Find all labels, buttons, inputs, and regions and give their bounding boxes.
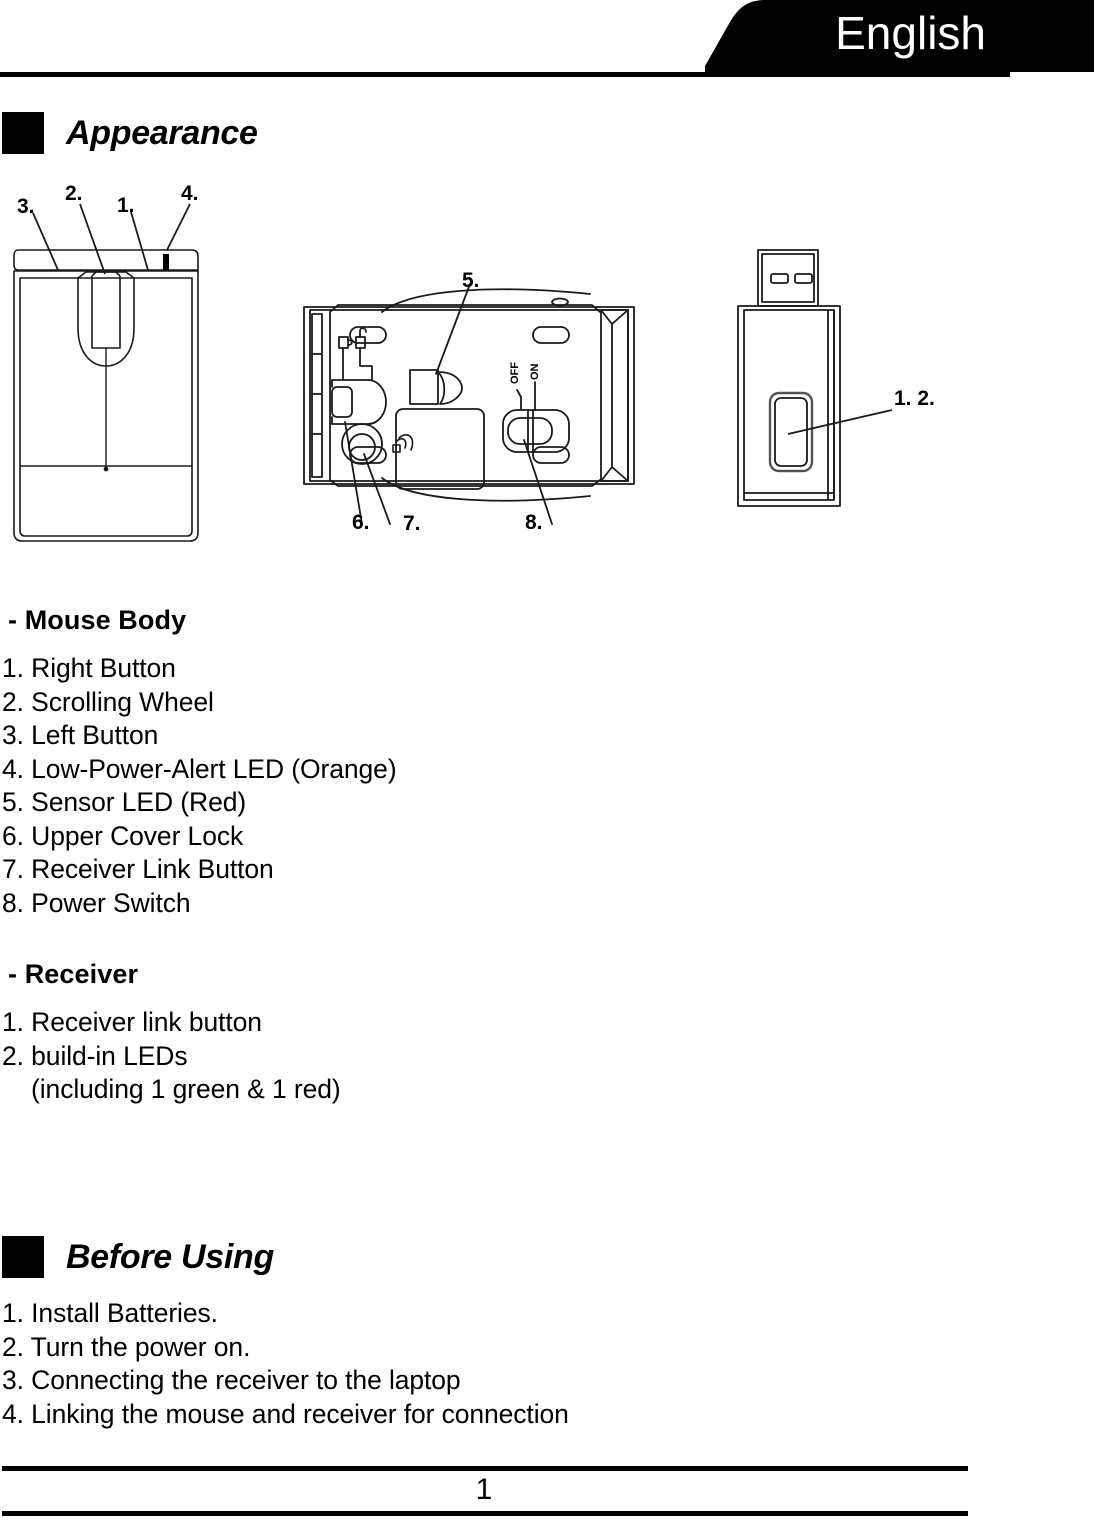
list-item: 8. Power Switch <box>2 887 191 918</box>
callout-1: 1. <box>117 194 135 217</box>
callout-receiver-1-2: 1. 2. <box>894 387 935 410</box>
list-item: 2. build-in LEDs <box>2 1040 188 1071</box>
subheading-mouse-body: - Mouse Body <box>8 605 187 635</box>
callout-2: 2. <box>65 182 83 205</box>
list-item: (including 1 green & 1 red) <box>2 1074 341 1104</box>
usb-receiver-drawing <box>737 249 893 507</box>
list-item: 4. Linking the mouse and receiver for co… <box>2 1398 569 1429</box>
list-mouse-body: 1. Right Button 2. Scrolling Wheel 3. Le… <box>2 652 397 920</box>
section-heading-before-using: Before Using <box>2 1236 274 1278</box>
callout-3: 3. <box>17 195 35 218</box>
section-heading-appearance: Appearance <box>2 112 258 154</box>
section-title-before-using: Before Using <box>66 1237 274 1276</box>
list-before-using: 1. Install Batteries. 2. Turn the power … <box>2 1297 569 1431</box>
callout-8: 8. <box>525 511 543 534</box>
section-bullet-icon <box>2 112 44 154</box>
section-bullet-icon <box>2 1236 44 1278</box>
list-item: 6. Upper Cover Lock <box>2 820 244 851</box>
list-item: 5. Sensor LED (Red) <box>2 787 247 817</box>
list-item: 4. Low-Power-Alert LED (Orange) <box>2 753 397 784</box>
list-item: 1. Receiver link button <box>2 1007 262 1037</box>
switch-label-on: ON <box>529 363 541 380</box>
mouse-top-view-drawing <box>13 203 199 542</box>
footer-rule-bottom <box>2 1511 968 1516</box>
header-rule <box>0 72 1010 77</box>
callout-6: 6. <box>352 511 370 534</box>
footer-rule-top <box>2 1466 968 1471</box>
list-item: 3. Connecting the receiver to the laptop <box>2 1365 461 1395</box>
list-item: 1. Install Batteries. <box>2 1298 218 1328</box>
callout-5: 5. <box>462 269 480 292</box>
list-item: 3. Left Button <box>2 720 159 750</box>
mouse-bottom-view-drawing: OFF ON <box>303 283 635 525</box>
subheading-receiver: - Receiver <box>8 959 139 989</box>
list-item: 7. Receiver Link Button <box>2 854 274 884</box>
figure-mouse-bottom-view: OFF ON 5. 6. 7. 8. <box>290 262 660 547</box>
section-title-appearance: Appearance <box>66 113 258 152</box>
callout-7: 7. <box>403 512 421 535</box>
figure-usb-receiver: 1. 2. <box>730 238 990 528</box>
list-item: 2. Turn the power on. <box>2 1331 251 1362</box>
list-item: 1. Right Button <box>2 653 176 683</box>
callout-4: 4. <box>181 182 199 205</box>
manual-page: English Appearance 3. 2. 1. 4. OFF ON 5.… <box>0 0 1094 1520</box>
switch-label-off: OFF <box>509 362 521 384</box>
list-item: 2. Scrolling Wheel <box>2 686 214 717</box>
page-number: 1 <box>475 1473 493 1506</box>
list-receiver: 1. Receiver link button 2. build-in LEDs… <box>2 1006 341 1107</box>
figure-mouse-top-view: 3. 2. 1. 4. <box>0 178 230 578</box>
language-tab-label: English <box>835 7 986 59</box>
language-tab: English <box>0 0 1094 76</box>
